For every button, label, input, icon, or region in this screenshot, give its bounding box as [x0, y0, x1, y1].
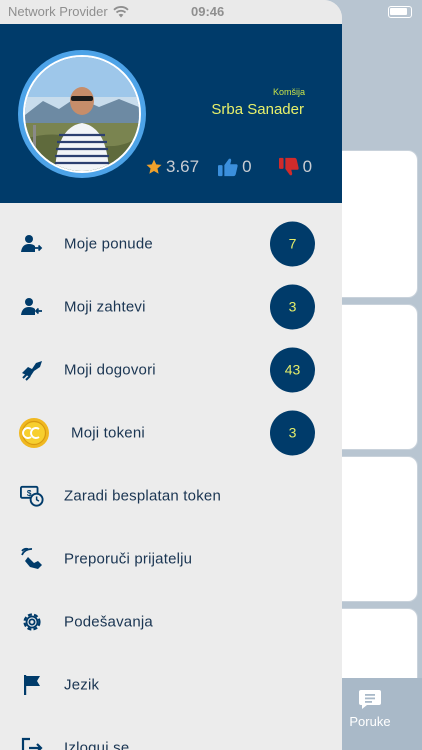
user-stats: 3.67 0 0 — [145, 157, 324, 177]
token-coin-icon — [18, 417, 50, 449]
count-badge: 3 — [270, 284, 315, 329]
menu-label: Moji tokeni — [71, 424, 145, 441]
likes-count: 0 — [242, 157, 252, 176]
side-drawer: Network Provider 09:46 Komšija Srba Sana… — [0, 0, 342, 750]
user-role: Komšija — [272, 87, 305, 97]
menu-item-moji-tokeni[interactable]: Moji tokeni 3 — [0, 401, 342, 464]
count-badge: 3 — [270, 410, 315, 455]
drawer-menu: Moje ponude 7 Moji zahtevi 3 Moji dogovo… — [0, 212, 342, 750]
user-arrow-left-icon — [20, 295, 44, 319]
menu-label: Podešavanja — [64, 613, 153, 630]
menu-label: Preporuči prijatelju — [64, 550, 193, 567]
thumbs-up-icon[interactable] — [217, 157, 239, 177]
user-name: Srba Sanader — [211, 101, 304, 118]
background-card[interactable] — [330, 150, 418, 298]
clock: 09:46 — [191, 4, 225, 19]
menu-item-podesavanja[interactable]: Podešavanja — [0, 590, 342, 653]
gear-icon — [20, 610, 44, 634]
status-bar: Network Provider 09:46 — [0, 0, 342, 24]
menu-item-preporuci[interactable]: Preporuči prijatelju — [0, 527, 342, 590]
menu-label: Moji dogovori — [64, 361, 156, 378]
menu-item-moji-dogovori[interactable]: Moji dogovori 43 — [0, 338, 342, 401]
profile-header: Komšija Srba Sanader 3.67 0 0 — [0, 24, 342, 203]
count-badge: 43 — [270, 347, 315, 392]
menu-item-moje-ponude[interactable]: Moje ponude 7 — [0, 212, 342, 275]
count-badge: 7 — [270, 221, 315, 266]
menu-label: Jezik — [64, 676, 100, 693]
money-clock-icon: $ — [20, 484, 44, 508]
star-icon — [146, 159, 162, 174]
thumbs-down-icon[interactable] — [278, 157, 300, 177]
menu-item-zaradi-token[interactable]: $ Zaradi besplatan token — [0, 464, 342, 527]
user-arrow-right-icon — [20, 232, 44, 256]
logout-icon — [20, 736, 44, 750]
wifi-icon — [113, 5, 129, 17]
profile-photo — [25, 57, 139, 171]
flag-icon — [20, 673, 44, 697]
menu-item-jezik[interactable]: Jezik — [0, 653, 342, 716]
carrier-name: Network Provider — [8, 4, 108, 19]
rating-value: 3.67 — [166, 157, 200, 176]
background-card[interactable] — [330, 608, 418, 688]
menu-item-moji-zahtevi[interactable]: Moji zahtevi 3 — [0, 275, 342, 338]
menu-item-izloguj-se[interactable]: Izloguj se — [0, 716, 342, 750]
avatar[interactable] — [18, 50, 146, 178]
background-card[interactable] — [330, 456, 418, 602]
share-hand-icon — [20, 547, 44, 571]
menu-label: Izloguj se — [64, 739, 130, 750]
menu-label: Moji zahtevi — [64, 298, 146, 315]
menu-label: Zaradi besplatan token — [64, 487, 222, 504]
battery-icon — [388, 6, 412, 18]
dislikes-count: 0 — [302, 157, 313, 176]
tab-label: Poruke — [349, 714, 391, 729]
background-card[interactable] — [330, 304, 418, 450]
handshake-icon — [20, 358, 44, 382]
tab-poruke[interactable]: Poruke — [342, 688, 398, 729]
menu-label: Moje ponude — [64, 235, 153, 252]
message-icon — [359, 690, 381, 709]
